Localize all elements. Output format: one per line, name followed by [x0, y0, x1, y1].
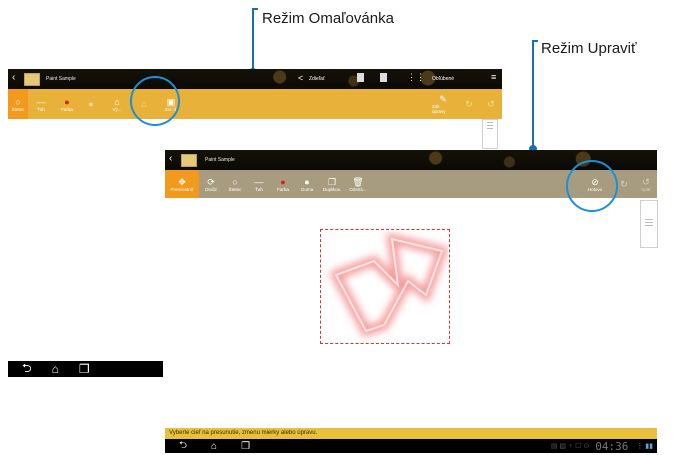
bottom-back-icon[interactable]: ⮌ — [179, 438, 187, 455]
menu-icon[interactable]: ≡ — [491, 72, 496, 82]
bottom-recent-apps-icon[interactable]: ❐ — [241, 441, 250, 452]
undo-icon: ↺ — [487, 99, 495, 109]
edit-app-title: Paint Sample — [205, 157, 235, 163]
tool-brush[interactable]: ○ Štetec — [8, 89, 28, 119]
share-label[interactable]: Zdieľať — [309, 76, 325, 82]
paint-mode-label: Režim Omaľovánka — [262, 10, 394, 27]
top-app-title: Paint Sample — [46, 76, 76, 82]
top-title-bar: ‹ Paint Sample < Zdieľať ⋮⋮ Obľúbené ≡ — [8, 69, 502, 89]
tool-eraser[interactable]: ● — [80, 89, 102, 119]
edit-brush-icon: ○ — [232, 176, 238, 187]
hint-text: Vyberte cieľ na presunutie, zmenu mierky… — [169, 430, 318, 436]
top-toolbar: ○ Štetec — Ťah ● Farba ● ⌂ Vý... ⌂ ▣ Zst. rl.… — [8, 89, 502, 119]
battery-wifi-icons: ⋮ ▮▮ — [636, 443, 653, 450]
home-icon[interactable]: ⌂ — [52, 362, 59, 376]
color-icon: ● — [64, 96, 70, 107]
document-icon[interactable] — [380, 73, 387, 82]
tool-edit-brush[interactable]: ○ Štetec — [223, 170, 247, 198]
trash-icon: 🗑 — [352, 176, 364, 187]
tool-edit-color[interactable]: ● Farba — [271, 170, 295, 198]
paint-mode-callout-line — [252, 8, 254, 72]
redo-icon: ↻ — [465, 99, 473, 109]
back-icon[interactable]: ⮌ — [22, 359, 32, 380]
edit-app-icon — [181, 154, 197, 167]
favorites-label[interactable]: Obľúbené — [432, 76, 454, 82]
share-icon[interactable]: < — [298, 73, 303, 83]
tool-edit-stroke[interactable]: — Ťah — [247, 170, 271, 198]
edit-mode-highlight-circle — [566, 160, 618, 212]
tool-duplicate[interactable]: ❐ Duplikov. — [319, 170, 345, 198]
app-icon — [24, 73, 40, 86]
edit-undo-icon: ↺ — [642, 176, 650, 187]
edit-stroke-icon: — — [254, 176, 264, 187]
duplicate-icon: ❐ — [327, 176, 337, 187]
tool-finish-edit[interactable]: ✎ Zak. úpravy — [428, 89, 458, 119]
edit-scroll-handle[interactable] — [640, 200, 658, 248]
rotate-icon: ⟳ — [207, 176, 215, 187]
brush-icon: ○ — [15, 96, 21, 107]
edit-mode-label: Režim Upraviť — [541, 40, 637, 57]
pencil-icon: ✎ — [439, 94, 447, 104]
recent-apps-icon[interactable]: ❐ — [79, 362, 90, 376]
tool-stroke[interactable]: — Ťah — [28, 89, 54, 119]
arrow-drawing[interactable] — [322, 231, 448, 342]
clock: 04:36 — [595, 439, 629, 453]
bottom-home-icon[interactable]: ⌂ — [211, 441, 217, 452]
edit-back-chevron-icon[interactable]: ‹ — [169, 153, 172, 164]
save-icon[interactable] — [357, 73, 364, 82]
tool-redo[interactable]: ↻ — [458, 89, 480, 119]
eraser-icon: ● — [88, 99, 94, 109]
tool-delete[interactable]: 🗑 Odstrá... — [345, 170, 371, 198]
tool-color[interactable]: ● Farba — [54, 89, 80, 119]
tool-edit-eraser[interactable]: ● Guma — [295, 170, 319, 198]
move-icon: ✥ — [178, 176, 186, 187]
edit-mode-callout-line — [532, 40, 534, 148]
back-chevron-icon[interactable]: ‹ — [12, 72, 15, 83]
bottom-navigation-bar: ⮌ ⌂ ❐ ▤ ▧ ♆ ☐ ⊙ 04:36 ⋮ ▮▮ — [165, 439, 657, 453]
paint-mode-callout-tick — [252, 8, 258, 10]
tool-move[interactable]: ✥ Premiestniť — [165, 170, 199, 198]
stroke-icon: — — [36, 96, 46, 107]
edit-redo-icon: ↻ — [620, 179, 628, 189]
tool-undo[interactable]: ↺ — [480, 89, 502, 119]
grid-icon[interactable]: ⋮⋮ — [407, 72, 425, 83]
tool-insert[interactable]: ⌂ Vý... — [102, 89, 132, 119]
insert-icon: ⌂ — [114, 96, 120, 107]
tool-rotate[interactable]: ⟳ Otočiť — [199, 170, 223, 198]
edit-color-icon: ● — [280, 176, 286, 187]
edit-undo-button[interactable]: ↺ Späť — [635, 170, 657, 198]
top-navigation-bar: ⮌ ⌂ ❐ — [8, 361, 163, 377]
paint-mode-highlight-circle — [130, 76, 180, 126]
top-scroll-handle[interactable] — [482, 119, 498, 149]
hint-bar: Vyberte cieľ na presunutie, zmenu mierky… — [165, 428, 657, 439]
edit-eraser-icon: ● — [304, 176, 310, 187]
edit-mode-callout-tick — [532, 40, 538, 42]
status-icons: ▤ ▧ ♆ ☐ ⊙ — [550, 443, 590, 450]
